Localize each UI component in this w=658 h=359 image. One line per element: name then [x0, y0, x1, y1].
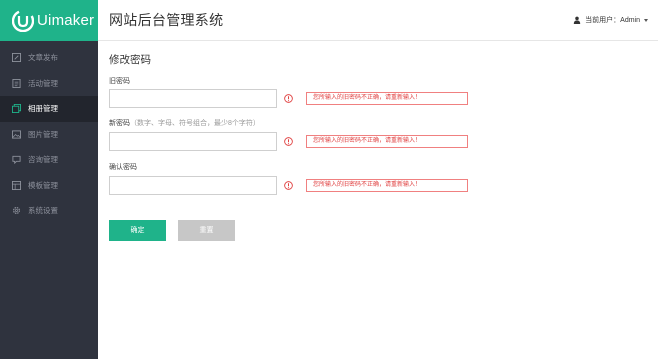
old-password-error: 您所输入的旧密码不正确，请重新输入！ — [306, 92, 468, 105]
new-password-input[interactable] — [109, 132, 277, 151]
confirm-password-input[interactable] — [109, 176, 277, 195]
sidebar-item-label: 图片管理 — [28, 129, 58, 139]
confirm-password-label: 确认密码 — [109, 162, 137, 172]
old-password-input[interactable] — [109, 89, 277, 108]
page-title: 网站后台管理系统 — [109, 12, 224, 28]
old-password-label: 旧密码 — [109, 76, 130, 86]
logo-text: Uimaker — [37, 12, 95, 29]
sidebar-item-album[interactable]: 相册管理 — [0, 96, 98, 122]
sidebar-item-settings[interactable]: 系统设置 — [0, 198, 98, 224]
sidebar-item-consult[interactable]: 咨询管理 — [0, 147, 98, 173]
old-password-label-text: 旧密码 — [109, 78, 130, 85]
logo[interactable]: Uimaker — [0, 0, 98, 41]
chevron-down-icon[interactable] — [644, 18, 648, 22]
document-icon — [12, 78, 21, 88]
new-password-label-text: 新密码 — [109, 120, 130, 127]
new-password-error: 您所输入的旧密码不正确，请重新输入！ — [306, 135, 468, 148]
sidebar-nav: 文章发布 活动管理 相册管理 图片管理 咨询管理 模板管理 系统设置 — [0, 41, 98, 224]
sidebar-item-label: 咨询管理 — [28, 155, 58, 165]
user-icon — [573, 16, 581, 24]
form-title: 修改密码 — [109, 54, 151, 66]
sidebar-item-label: 相册管理 — [28, 104, 58, 114]
error-icon — [284, 137, 293, 146]
current-user-label: 当前用户： — [585, 17, 621, 24]
confirm-password-error: 您所输入的旧密码不正确，请重新输入！ — [306, 179, 468, 192]
new-password-label: 新密码（数字、字母、符号组合，最少8个字符） — [109, 118, 260, 128]
sidebar-item-activity[interactable]: 活动管理 — [0, 71, 98, 97]
sidebar-item-label: 活动管理 — [28, 78, 58, 88]
gear-icon — [12, 206, 21, 215]
reset-button[interactable]: 重置 — [178, 220, 235, 241]
sidebar-item-images[interactable]: 图片管理 — [0, 122, 98, 148]
main-content: 修改密码 旧密码 您所输入的旧密码不正确，请重新输入！ 新密码（数字、字母、符号… — [98, 41, 658, 359]
confirm-password-label-text: 确认密码 — [109, 164, 137, 171]
sidebar-item-article-publish[interactable]: 文章发布 — [0, 45, 98, 71]
user-menu[interactable]: 当前用户： Admin — [573, 15, 648, 25]
sidebar-item-label: 系统设置 — [28, 206, 58, 216]
template-icon — [12, 180, 21, 190]
edit-icon — [12, 53, 21, 63]
top-header: 网站后台管理系统 当前用户： Admin — [98, 0, 658, 41]
error-icon — [284, 181, 293, 190]
sidebar-item-label: 模板管理 — [28, 180, 58, 190]
chat-icon — [12, 155, 21, 165]
sidebar-item-label: 文章发布 — [28, 53, 58, 63]
error-icon — [284, 94, 293, 103]
album-icon — [12, 104, 21, 114]
logo-icon — [12, 9, 34, 32]
sidebar-item-template[interactable]: 模板管理 — [0, 173, 98, 199]
new-password-hint: （数字、字母、符号组合，最少8个字符） — [130, 120, 260, 127]
confirm-button[interactable]: 确定 — [109, 220, 166, 241]
sidebar: Uimaker 文章发布 活动管理 相册管理 图片管理 咨询管理 模板管理 系统… — [0, 0, 98, 359]
image-icon — [12, 130, 21, 139]
current-user-name: Admin — [620, 16, 640, 24]
